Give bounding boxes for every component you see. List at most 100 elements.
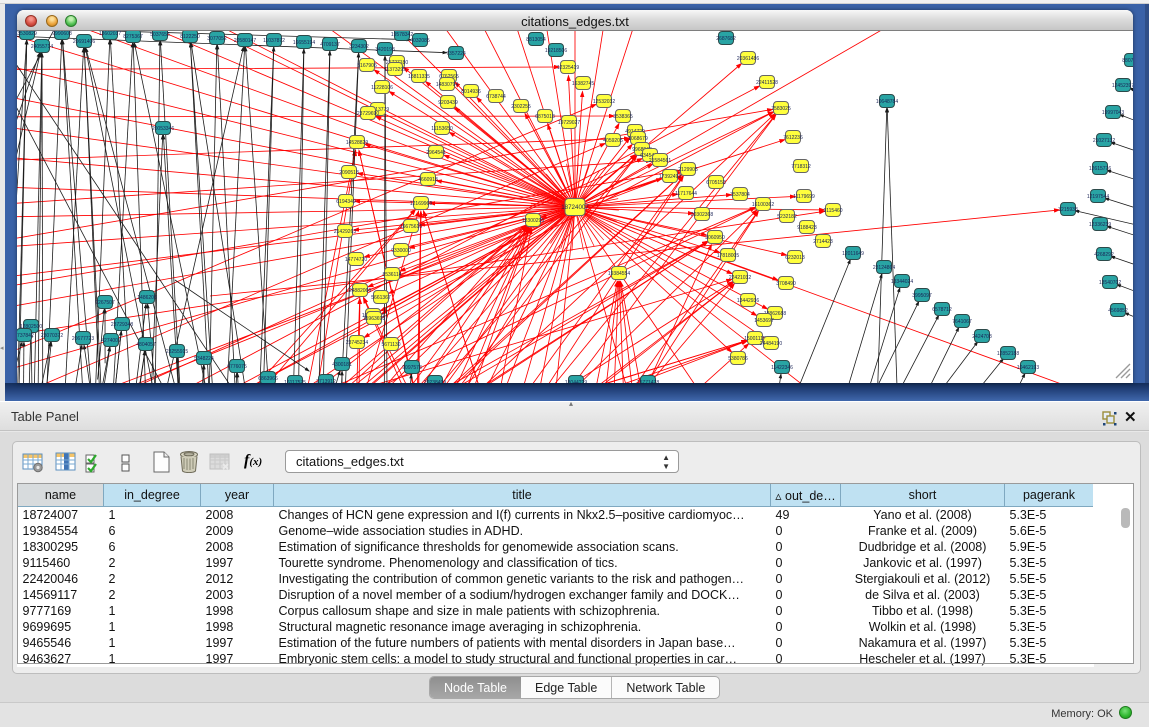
svg-text:9188423: 9188423	[797, 225, 817, 231]
svg-text:20053346: 20053346	[152, 126, 174, 132]
svg-text:16100362: 16100362	[752, 202, 774, 208]
svg-text:20238499: 20238499	[424, 380, 446, 383]
svg-text:5671130: 5671130	[381, 342, 400, 348]
svg-text:2687682: 2687682	[716, 36, 736, 42]
svg-text:24055714: 24055714	[31, 44, 53, 50]
svg-text:15771478: 15771478	[637, 380, 659, 383]
svg-text:23255915: 23255915	[166, 349, 188, 355]
svg-text:6863966: 6863966	[258, 376, 278, 382]
svg-text:10462193: 10462193	[1017, 365, 1039, 371]
svg-text:6232013: 6232013	[785, 255, 805, 261]
svg-text:23729690: 23729690	[357, 111, 379, 117]
svg-text:3420198: 3420198	[375, 47, 395, 53]
svg-text:17818005: 17818005	[717, 253, 739, 259]
svg-text:9990608: 9990608	[52, 31, 72, 37]
svg-text:21429263: 21429263	[334, 229, 356, 235]
svg-text:20302368: 20302368	[691, 212, 713, 218]
svg-text:18724007: 18724007	[561, 204, 589, 211]
svg-text:9267507: 9267507	[95, 300, 115, 306]
svg-text:11037872: 11037872	[263, 38, 285, 44]
svg-text:3995097: 3995097	[912, 293, 932, 299]
svg-text:22421032: 22421032	[729, 275, 751, 281]
svg-text:2129905: 2129905	[678, 167, 698, 173]
svg-text:9097578: 9097578	[402, 365, 422, 371]
svg-text:8807342: 8807342	[1122, 58, 1133, 64]
svg-text:9203439: 9203439	[438, 100, 458, 106]
svg-text:16382745: 16382745	[572, 81, 594, 87]
svg-text:23124864: 23124864	[873, 265, 895, 271]
svg-text:2302255: 2302255	[511, 104, 531, 110]
svg-text:13442936: 13442936	[737, 298, 759, 304]
svg-text:20361486: 20361486	[737, 56, 759, 62]
svg-text:6875018: 6875018	[535, 114, 555, 120]
svg-text:18044229: 18044229	[565, 380, 587, 383]
svg-text:6194349: 6194349	[336, 199, 356, 205]
svg-text:5661367: 5661367	[371, 295, 391, 301]
svg-text:5232182: 5232182	[777, 214, 797, 220]
svg-text:7641067: 7641067	[952, 319, 972, 325]
svg-text:24882066: 24882066	[349, 288, 371, 294]
svg-text:4032085: 4032085	[410, 38, 430, 44]
svg-text:3215938: 3215938	[1058, 207, 1078, 213]
svg-text:1068679: 1068679	[628, 136, 648, 142]
svg-text:16117575: 16117575	[284, 380, 306, 383]
svg-text:3077052: 3077052	[207, 36, 227, 42]
svg-text:11717644: 11717644	[675, 191, 697, 197]
svg-text:1486206: 1486206	[137, 295, 157, 301]
svg-text:19218506: 19218506	[545, 48, 567, 54]
svg-text:6578712: 6578712	[932, 307, 952, 313]
svg-text:8122250: 8122250	[180, 34, 200, 40]
svg-text:11228106: 11228106	[371, 85, 393, 91]
svg-text:10648784: 10648784	[876, 99, 898, 105]
svg-text:20580147: 20580147	[234, 38, 256, 44]
svg-text:2964541: 2964541	[426, 150, 446, 156]
svg-text:4300181: 4300181	[332, 362, 352, 368]
svg-text:1453697: 1453697	[754, 318, 774, 324]
svg-text:4274007: 4274007	[101, 338, 121, 344]
svg-text:12532032: 12532032	[593, 99, 615, 105]
svg-text:6738744: 6738744	[486, 94, 506, 100]
svg-text:13540702: 13540702	[1099, 280, 1121, 286]
svg-text:23745234: 23745234	[346, 340, 368, 346]
svg-text:3530829: 3530829	[17, 31, 37, 37]
svg-text:11422346: 11422346	[771, 365, 793, 371]
svg-text:18300295: 18300295	[522, 218, 544, 224]
svg-text:19729027: 19729027	[558, 120, 580, 126]
svg-text:21584561: 21584561	[649, 158, 671, 164]
svg-text:15963698: 15963698	[363, 316, 385, 322]
svg-text:24484190: 24484190	[760, 341, 782, 347]
svg-text:12011649: 12011649	[842, 251, 864, 257]
svg-text:12197544: 12197544	[1087, 194, 1109, 200]
svg-text:14830794: 14830794	[436, 82, 458, 88]
svg-text:13344024: 13344024	[891, 279, 913, 285]
svg-text:8536114: 8536114	[382, 272, 401, 278]
svg-text:3708490: 3708490	[776, 281, 796, 287]
svg-text:7612236: 7612236	[783, 135, 803, 141]
svg-text:12336239: 12336239	[1089, 222, 1111, 228]
svg-text:12452397: 12452397	[1112, 83, 1133, 89]
svg-text:8275367: 8275367	[123, 34, 143, 40]
svg-text:19997043: 19997043	[1102, 110, 1124, 116]
svg-text:17392492: 17392492	[659, 174, 681, 180]
svg-text:5167906: 5167906	[357, 63, 377, 69]
svg-text:21027132: 21027132	[1093, 138, 1115, 144]
svg-text:23070372: 23070372	[41, 333, 63, 339]
svg-text:20677723: 20677723	[72, 336, 94, 342]
svg-text:7357224: 7357224	[446, 51, 466, 57]
svg-text:8014936: 8014936	[461, 89, 481, 95]
svg-text:2713912: 2713912	[316, 379, 336, 383]
svg-text:2714423: 2714423	[813, 239, 833, 245]
svg-text:7583025: 7583025	[771, 106, 791, 112]
svg-text:11373299: 11373299	[384, 67, 406, 73]
svg-text:4804057: 4804057	[136, 342, 156, 348]
svg-text:7718312: 7718312	[791, 164, 811, 170]
svg-text:2424708: 2424708	[972, 334, 992, 340]
svg-text:11179699: 11179699	[793, 194, 815, 200]
svg-text:20691406: 20691406	[73, 39, 95, 45]
svg-text:11153650: 11153650	[431, 126, 453, 132]
svg-text:3060950: 3060950	[705, 235, 725, 241]
svg-text:4737842: 4737842	[17, 333, 34, 339]
svg-text:4569852: 4569852	[1108, 308, 1128, 314]
svg-text:3537804: 3537804	[730, 192, 750, 198]
svg-text:2090518: 2090518	[339, 170, 359, 176]
